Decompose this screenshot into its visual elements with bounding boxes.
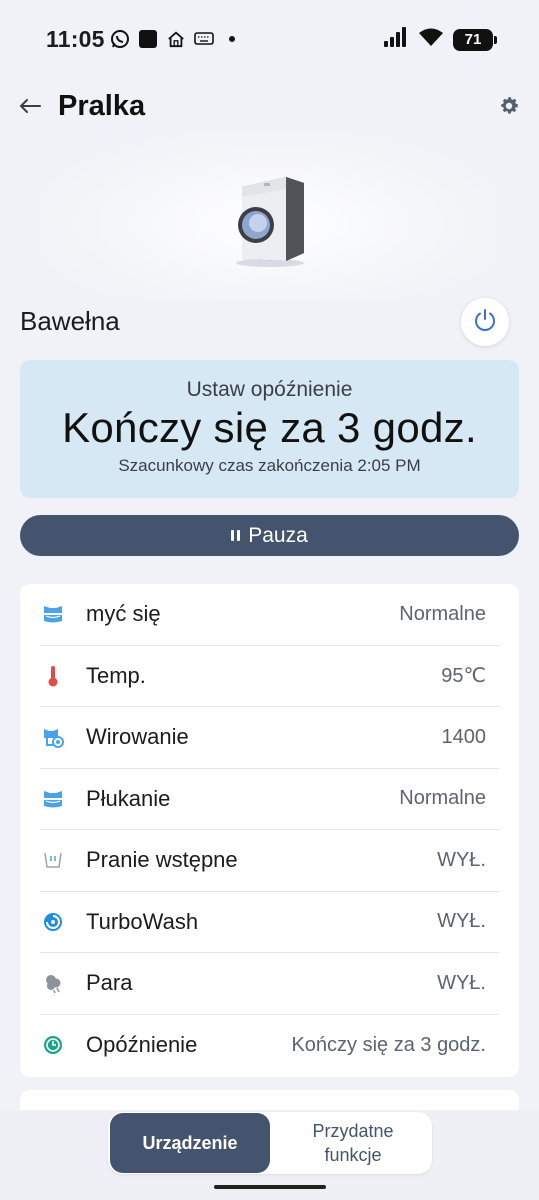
setting-label: Opóźnienie — [86, 1032, 198, 1058]
tab-useful-features-line1: Przydatne — [312, 1121, 394, 1141]
washing-machine-image — [234, 173, 304, 267]
prewash-icon — [40, 847, 66, 873]
setting-value: Normalne — [399, 787, 486, 810]
home-icon — [166, 29, 186, 49]
tab-useful-features-line2: funkcje — [324, 1145, 382, 1165]
setting-label: Płukanie — [86, 785, 171, 811]
dot-icon — [222, 29, 242, 49]
rinse-icon — [40, 786, 66, 812]
setting-value: Kończy się za 3 godz. — [291, 1033, 486, 1056]
pause-button[interactable]: Pauza — [20, 515, 519, 556]
program-name: Bawełna — [20, 306, 120, 336]
cycle-status-card: Ustaw opóźnienie Kończy się za 3 godz. S… — [20, 360, 519, 498]
setting-row-prewash[interactable]: Pranie wstępne WYŁ. — [40, 830, 499, 892]
setting-value: WYŁ. — [437, 910, 486, 933]
whatsapp-icon — [110, 29, 130, 49]
setting-row-temperature[interactable]: Temp. 95℃ — [40, 646, 499, 707]
setting-label: TurboWash — [86, 908, 199, 934]
setting-value: WYŁ. — [437, 848, 486, 871]
status-bar: 11:05 71 — [0, 0, 539, 80]
wash-icon — [40, 601, 66, 627]
page-title: Pralka — [58, 90, 146, 122]
app-square-icon — [138, 29, 158, 49]
settings-button[interactable] — [495, 94, 523, 122]
setting-value: WYŁ. — [437, 971, 486, 994]
wifi-icon — [418, 27, 444, 52]
battery-icon: 71 — [453, 28, 497, 51]
setting-row-spin[interactable]: Wirowanie 1400 — [40, 707, 499, 769]
pause-icon — [231, 530, 241, 541]
setting-row-wash[interactable]: myć się Normalne — [40, 584, 499, 646]
steam-icon — [40, 970, 66, 996]
tab-useful-features[interactable]: Przydatne funkcje — [278, 1113, 428, 1173]
setting-label: myć się — [86, 601, 161, 627]
settings-list: myć się Normalne Temp. 95℃ Wirowanie 140… — [20, 584, 519, 1077]
status-main-text: Kończy się za 3 godz. — [62, 404, 477, 451]
pause-label: Pauza — [248, 523, 308, 547]
setting-row-steam[interactable]: Para WYŁ. — [40, 953, 499, 1015]
tab-device[interactable]: Urządzenie — [110, 1113, 270, 1173]
keyboard-icon — [194, 29, 214, 49]
back-button[interactable] — [16, 94, 44, 122]
power-button[interactable] — [461, 298, 509, 346]
gear-icon — [498, 95, 520, 122]
delay-clock-icon — [40, 1032, 66, 1058]
turbowash-icon — [40, 909, 66, 935]
setting-label: Temp. — [86, 662, 146, 688]
system-icons: 71 — [383, 27, 497, 52]
setting-label: Pranie wstępne — [86, 847, 238, 873]
app-header: Pralka — [0, 88, 539, 130]
battery-level: 71 — [464, 31, 482, 48]
estimated-finish-time: Szacunkowy czas zakończenia 2:05 PM — [118, 456, 421, 475]
setting-value: Normalne — [399, 602, 486, 625]
thermometer-icon — [40, 663, 66, 689]
spin-icon — [40, 724, 66, 750]
setting-label: Para — [86, 970, 133, 996]
setting-value: 1400 — [441, 725, 487, 748]
home-indicator[interactable] — [214, 1185, 326, 1189]
setting-label: Wirowanie — [86, 724, 189, 750]
setting-row-delay[interactable]: Opóźnienie Kończy się za 3 godz. — [40, 1015, 499, 1077]
arrow-left-icon — [19, 98, 41, 119]
setting-row-turbowash[interactable]: TurboWash WYŁ. — [40, 892, 499, 953]
status-label: Ustaw opóźnienie — [186, 378, 353, 401]
power-icon — [472, 307, 498, 338]
setting-row-rinse[interactable]: Płukanie Normalne — [40, 769, 499, 830]
status-time: 11:05 — [46, 26, 105, 52]
device-image-area — [40, 130, 500, 300]
setting-value: 95℃ — [441, 665, 486, 688]
signal-icon — [383, 27, 409, 52]
notification-icons — [110, 29, 242, 49]
